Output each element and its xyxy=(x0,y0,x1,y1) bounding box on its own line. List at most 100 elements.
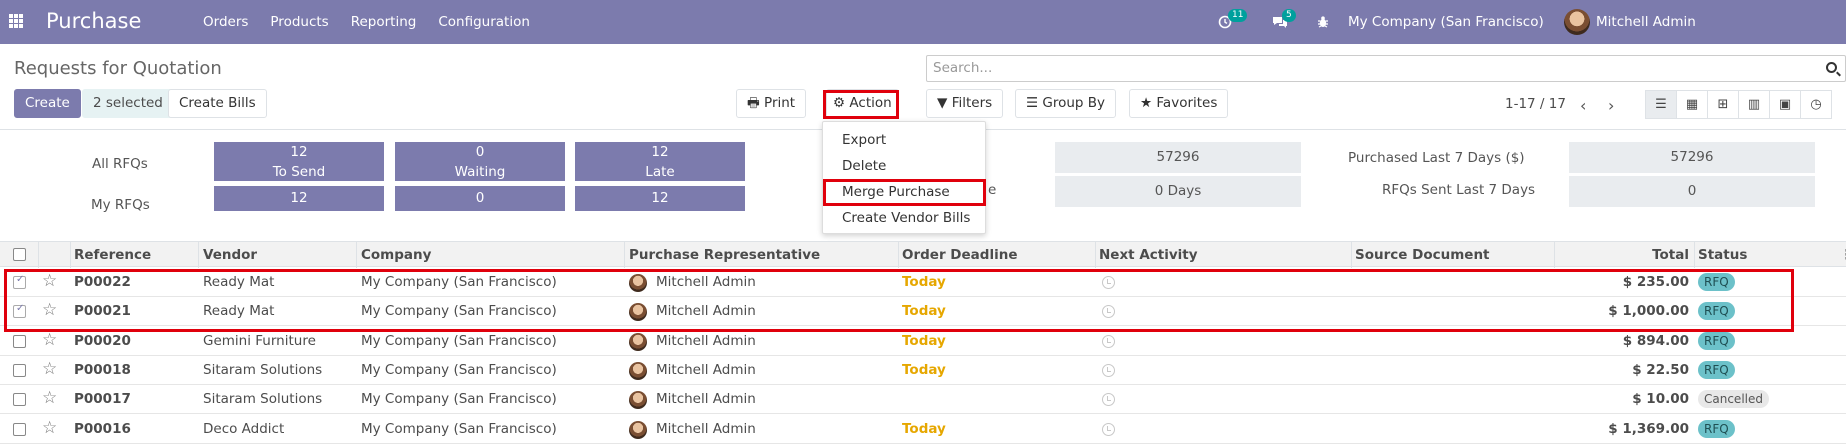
avatar xyxy=(629,420,647,439)
cell-representative: Mitchell Admin xyxy=(656,420,756,437)
col-reference[interactable]: Reference xyxy=(74,247,151,263)
select-all-checkbox[interactable] xyxy=(13,248,26,261)
row-checkbox[interactable] xyxy=(13,393,26,407)
my-waiting[interactable]: 0 xyxy=(395,186,565,211)
cell-company: My Company (San Francisco) xyxy=(361,361,557,378)
table-row[interactable]: ☆ P00016 Deco Addict My Company (San Franci… xyxy=(0,415,1846,444)
activity-clock-icon[interactable] xyxy=(1102,363,1115,377)
col-purchase-representative[interactable]: Purchase Representative xyxy=(629,247,820,263)
printer-icon: 🖶 xyxy=(747,95,760,111)
table-row[interactable]: ☆ P00018 Sitaram Solutions My Company (San … xyxy=(0,356,1846,385)
activity-clock-icon[interactable] xyxy=(1102,422,1115,436)
col-source-document[interactable]: Source Document xyxy=(1355,247,1490,263)
star-icon: ★ xyxy=(1140,95,1153,111)
menu-configuration[interactable]: Configuration xyxy=(438,14,530,30)
cell-reference: P00017 xyxy=(74,391,131,408)
cell-total: $ 894.00 xyxy=(1622,332,1689,349)
col-company[interactable]: Company xyxy=(361,247,431,263)
menu-orders[interactable]: Orders xyxy=(203,14,248,30)
menu-item-export[interactable]: Export xyxy=(842,132,886,148)
col-order-deadline[interactable]: Order Deadline xyxy=(902,247,1017,263)
tile-to-send[interactable]: 12 To Send xyxy=(214,142,384,181)
menu-item-delete[interactable]: Delete xyxy=(842,158,886,174)
cell-total: $ 1,369.00 xyxy=(1608,420,1689,437)
star-icon[interactable]: ☆ xyxy=(42,418,57,438)
tile-late[interactable]: 12 Late xyxy=(575,142,745,181)
user-menu[interactable]: Mitchell Admin xyxy=(1596,14,1696,30)
cell-reference: P00018 xyxy=(74,361,131,378)
bug-icon xyxy=(1318,16,1328,28)
kanban-view-icon[interactable]: ▦ xyxy=(1676,90,1708,119)
pivot-view-icon[interactable]: ⊞ xyxy=(1707,90,1739,119)
create-button[interactable]: Create xyxy=(14,89,81,118)
print-label: Print xyxy=(764,95,796,111)
pager-value[interactable]: 1-17 / 17 xyxy=(1505,96,1566,112)
menu-item-create-vendor-bills[interactable]: Create Vendor Bills xyxy=(842,210,970,226)
company-switcher[interactable]: My Company (San Francisco) xyxy=(1348,14,1544,30)
status-badge: Cancelled xyxy=(1698,390,1769,409)
cell-company: My Company (San Francisco) xyxy=(361,332,557,349)
table-row[interactable]: ☆ P00017 Sitaram Solutions My Company (San … xyxy=(0,385,1846,415)
filters-label: Filters xyxy=(951,95,993,111)
tile-waiting[interactable]: 0 Waiting xyxy=(395,142,565,181)
chevron-left-icon[interactable]: ‹ xyxy=(1580,96,1586,115)
calendar-view-icon[interactable]: ▣ xyxy=(1769,90,1801,119)
messaging-button[interactable]: 5 xyxy=(1272,9,1296,32)
create-bills-button[interactable]: Create Bills xyxy=(168,89,267,118)
col-vendor[interactable]: Vendor xyxy=(203,247,257,263)
search-icon[interactable] xyxy=(1826,62,1837,73)
top-menu: Orders Products Reporting Configuration xyxy=(203,14,530,30)
row-checkbox[interactable] xyxy=(13,363,26,377)
filters-button[interactable]: ▼ Filters xyxy=(926,89,1004,118)
user-avatar[interactable] xyxy=(1564,9,1590,35)
tile-waiting-label: Waiting xyxy=(454,164,506,180)
menu-reporting[interactable]: Reporting xyxy=(351,14,417,30)
group-by-button[interactable]: ☰ Group By xyxy=(1015,89,1117,118)
col-status[interactable]: Status xyxy=(1698,247,1747,263)
debug-button[interactable] xyxy=(1316,12,1330,32)
rfqs-sent-last-7-days-label: RFQs Sent Last 7 Days xyxy=(1382,182,1536,198)
row-checkbox[interactable] xyxy=(13,334,26,348)
favorites-label: Favorites xyxy=(1156,95,1218,111)
cell-order-deadline: Today xyxy=(902,332,946,349)
view-switcher: ☰ ▦ ⊞ ▥ ▣ ◷ xyxy=(1645,90,1832,119)
row-checkbox[interactable] xyxy=(13,422,26,436)
star-icon[interactable]: ☆ xyxy=(42,330,57,350)
activity-count-badge: 11 xyxy=(1228,9,1248,22)
my-late[interactable]: 12 xyxy=(575,186,745,211)
column-options-icon[interactable]: ⋮ xyxy=(1840,247,1846,263)
activity-clock-icon[interactable] xyxy=(1102,393,1115,407)
highlight-action-button xyxy=(823,90,899,119)
avatar xyxy=(629,391,647,410)
lead-time-label-partial: e xyxy=(988,182,997,198)
my-rfqs-label: My RFQs xyxy=(91,197,150,213)
graph-view-icon[interactable]: ▥ xyxy=(1738,90,1770,119)
control-panel: Requests for Quotation Create 2 selected… xyxy=(0,44,1846,130)
activity-button[interactable]: 11 xyxy=(1218,9,1248,32)
tile-waiting-value: 0 xyxy=(475,144,485,160)
cell-reference: P00020 xyxy=(74,332,131,349)
cell-reference: P00016 xyxy=(74,420,131,437)
print-button[interactable]: 🖶 Print xyxy=(736,89,807,118)
my-to-send[interactable]: 12 xyxy=(214,186,384,211)
col-total[interactable]: Total xyxy=(1559,247,1689,263)
list-view-icon[interactable]: ☰ xyxy=(1645,90,1677,119)
chevron-right-icon[interactable]: › xyxy=(1608,96,1614,115)
search-input[interactable]: Search... xyxy=(926,55,1846,82)
status-badge: RFQ xyxy=(1698,331,1735,350)
cell-order-deadline: Today xyxy=(902,420,946,437)
favorites-button[interactable]: ★ Favorites xyxy=(1129,89,1229,118)
status-badge: RFQ xyxy=(1698,419,1735,438)
highlight-selected-rows xyxy=(4,269,1794,332)
purchased-last-7-days-value: 57296 xyxy=(1569,142,1815,173)
star-icon[interactable]: ☆ xyxy=(42,359,57,379)
apps-menu-icon[interactable] xyxy=(9,14,23,28)
menu-products[interactable]: Products xyxy=(270,14,328,30)
activity-clock-icon[interactable] xyxy=(1102,334,1115,348)
avatar xyxy=(629,361,647,380)
activity-view-icon[interactable]: ◷ xyxy=(1800,90,1832,119)
col-next-activity[interactable]: Next Activity xyxy=(1099,247,1198,263)
star-icon[interactable]: ☆ xyxy=(42,388,57,408)
highlight-merge-purchase xyxy=(823,179,986,206)
filter-icon: ▼ xyxy=(937,95,948,111)
